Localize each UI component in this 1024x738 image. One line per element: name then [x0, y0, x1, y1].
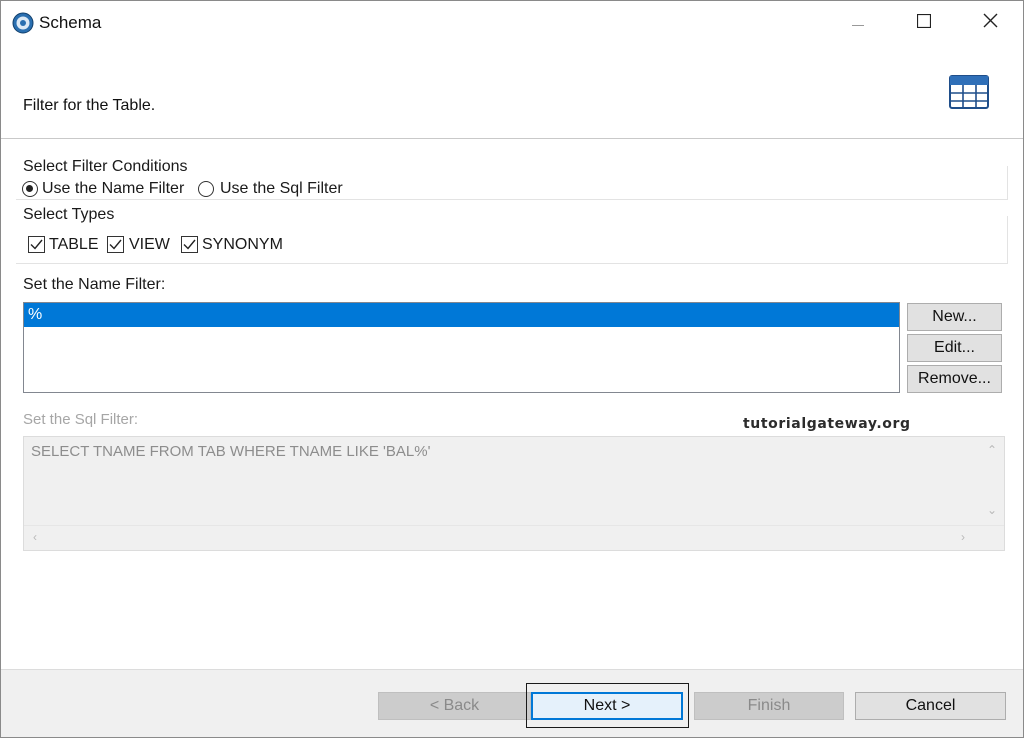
- close-button[interactable]: [967, 1, 1013, 45]
- sql-filter-heading: Set the Sql Filter:: [23, 411, 139, 428]
- window-title: Schema: [39, 13, 102, 32]
- name-filter-list[interactable]: %: [23, 302, 900, 393]
- scroll-down-icon[interactable]: ⌄: [987, 503, 997, 517]
- scroll-left-icon[interactable]: ‹: [33, 530, 37, 544]
- app-icon: [12, 12, 34, 34]
- banner-description: Filter for the Table.: [23, 97, 156, 114]
- edit-filter-button[interactable]: Edit...: [907, 334, 1002, 362]
- vertical-scrollbar[interactable]: ⌃ ⌄: [980, 437, 1004, 524]
- radio-sql-filter-label[interactable]: Use the Sql Filter: [220, 180, 343, 198]
- maximize-button[interactable]: [901, 1, 947, 45]
- scroll-right-icon[interactable]: ›: [961, 530, 965, 544]
- checkbox-synonym-box[interactable]: [181, 236, 198, 253]
- sql-filter-textarea[interactable]: SELECT TNAME FROM TAB WHERE TNAME LIKE '…: [23, 436, 1005, 551]
- wizard-content: Select Filter Conditions Use the Name Fi…: [1, 139, 1023, 669]
- cancel-button[interactable]: Cancel: [855, 692, 1006, 720]
- back-button[interactable]: < Back: [378, 692, 531, 720]
- radio-name-filter-label[interactable]: Use the Name Filter: [42, 180, 184, 198]
- checkbox-view-box[interactable]: [107, 236, 124, 253]
- minimize-icon: [852, 14, 864, 32]
- remove-filter-button[interactable]: Remove...: [907, 365, 1002, 393]
- watermark: tutorialgateway.org: [743, 416, 911, 432]
- checkbox-table-box[interactable]: [28, 236, 45, 253]
- checkbox-table-label[interactable]: TABLE: [49, 236, 99, 254]
- new-filter-button[interactable]: New...: [907, 303, 1002, 331]
- table-grid-icon: [949, 75, 989, 109]
- checkbox-synonym-label[interactable]: SYNONYM: [202, 236, 283, 254]
- horizontal-scrollbar[interactable]: ‹ ›: [24, 525, 1004, 550]
- sql-filter-text: SELECT TNAME FROM TAB WHERE TNAME LIKE '…: [31, 443, 431, 460]
- scroll-up-icon[interactable]: ⌃: [987, 443, 997, 457]
- wizard-banner: Filter for the Table.: [1, 45, 1023, 139]
- maximize-icon: [916, 13, 932, 33]
- name-filter-heading: Set the Name Filter:: [23, 276, 166, 293]
- schema-dialog: Schema Filter for the Table. Select Filt…: [0, 0, 1024, 738]
- finish-button[interactable]: Finish: [694, 692, 844, 720]
- close-icon: [983, 13, 998, 33]
- checkbox-view-label[interactable]: VIEW: [129, 236, 170, 254]
- list-item[interactable]: %: [24, 303, 899, 327]
- minimize-button[interactable]: [835, 1, 881, 45]
- wizard-footer: < Back Next > Finish Cancel: [1, 669, 1023, 737]
- radio-name-filter-indicator[interactable]: [22, 181, 38, 197]
- title-bar: Schema: [1, 1, 1023, 45]
- radio-sql-filter-indicator[interactable]: [198, 181, 214, 197]
- next-button-focus-ring: [526, 683, 689, 728]
